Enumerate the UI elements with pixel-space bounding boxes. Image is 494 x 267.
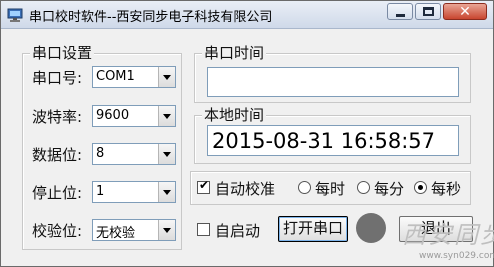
serial-settings-title: 串口设置 bbox=[30, 44, 95, 62]
open-port-button[interactable]: 打开串口 bbox=[278, 216, 348, 242]
chevron-down-icon[interactable] bbox=[158, 220, 175, 240]
close-button[interactable]: ✕ bbox=[443, 3, 487, 20]
local-time-value: 2015-08-31 16:58:57 bbox=[212, 129, 436, 153]
window-title: 串口校时软件--西安同步电子科技有限公司 bbox=[29, 10, 273, 25]
autostart-label: 自启动 bbox=[215, 222, 261, 240]
auto-sync-label: 自动校准 bbox=[215, 180, 276, 198]
databits-select[interactable]: 8 bbox=[92, 143, 176, 165]
stopbits-label: 停止位: bbox=[32, 184, 83, 202]
maximize-button[interactable] bbox=[415, 3, 441, 20]
watermark-logo: 西安同步 bbox=[402, 221, 494, 249]
port-label: 串口号: bbox=[32, 69, 83, 87]
minimize-button[interactable] bbox=[387, 3, 413, 20]
port-select[interactable]: COM1 bbox=[92, 66, 176, 88]
window-controls: ✕ bbox=[385, 3, 487, 20]
parity-select-value: 无校验 bbox=[96, 226, 136, 241]
radio-every-second[interactable] bbox=[414, 181, 427, 194]
connection-status-indicator bbox=[356, 213, 386, 243]
checkmark-icon: ✔ bbox=[198, 178, 210, 192]
baud-select-value: 9600 bbox=[96, 108, 130, 123]
chevron-down-icon[interactable] bbox=[158, 144, 175, 164]
parity-label: 校验位: bbox=[32, 222, 83, 240]
chevron-down-icon[interactable] bbox=[158, 67, 175, 87]
radio-minutely[interactable] bbox=[357, 181, 370, 194]
radio-hourly[interactable] bbox=[298, 181, 311, 194]
chevron-down-icon[interactable] bbox=[158, 182, 175, 202]
databits-label: 数据位: bbox=[32, 146, 83, 164]
serial-time-field[interactable] bbox=[207, 67, 459, 97]
app-monitor-icon bbox=[7, 8, 23, 22]
local-time-field[interactable]: 2015-08-31 16:58:57 bbox=[207, 125, 459, 156]
baud-select[interactable]: 9600 bbox=[92, 105, 176, 127]
parity-select[interactable]: 无校验 bbox=[92, 219, 176, 241]
local-time-title: 本地时间 bbox=[202, 106, 267, 124]
stopbits-select-value: 1 bbox=[96, 184, 105, 199]
chevron-down-icon[interactable] bbox=[158, 106, 175, 126]
close-icon: ✕ bbox=[459, 4, 471, 20]
autostart-checkbox[interactable] bbox=[197, 223, 210, 236]
main-window: 串口校时软件--西安同步电子科技有限公司 ✕ 串口设置 串口号: COM1 波特… bbox=[0, 0, 494, 267]
databits-select-value: 8 bbox=[96, 146, 105, 161]
title-bar[interactable]: 串口校时软件--西安同步电子科技有限公司 ✕ bbox=[1, 1, 493, 29]
port-select-value: COM1 bbox=[96, 69, 135, 84]
baud-label: 波特率: bbox=[32, 108, 83, 126]
radio-minutely-label: 每分 bbox=[374, 180, 405, 198]
serial-time-title: 串口时间 bbox=[202, 44, 267, 62]
radio-hourly-label: 每时 bbox=[315, 180, 346, 198]
auto-sync-checkbox[interactable]: ✔ bbox=[197, 178, 210, 194]
maximize-icon bbox=[423, 7, 434, 16]
minimize-icon bbox=[396, 14, 405, 17]
stopbits-select[interactable]: 1 bbox=[92, 181, 176, 203]
watermark-url: www.syn029.com bbox=[419, 251, 494, 261]
radio-every-second-label: 每秒 bbox=[431, 180, 462, 198]
